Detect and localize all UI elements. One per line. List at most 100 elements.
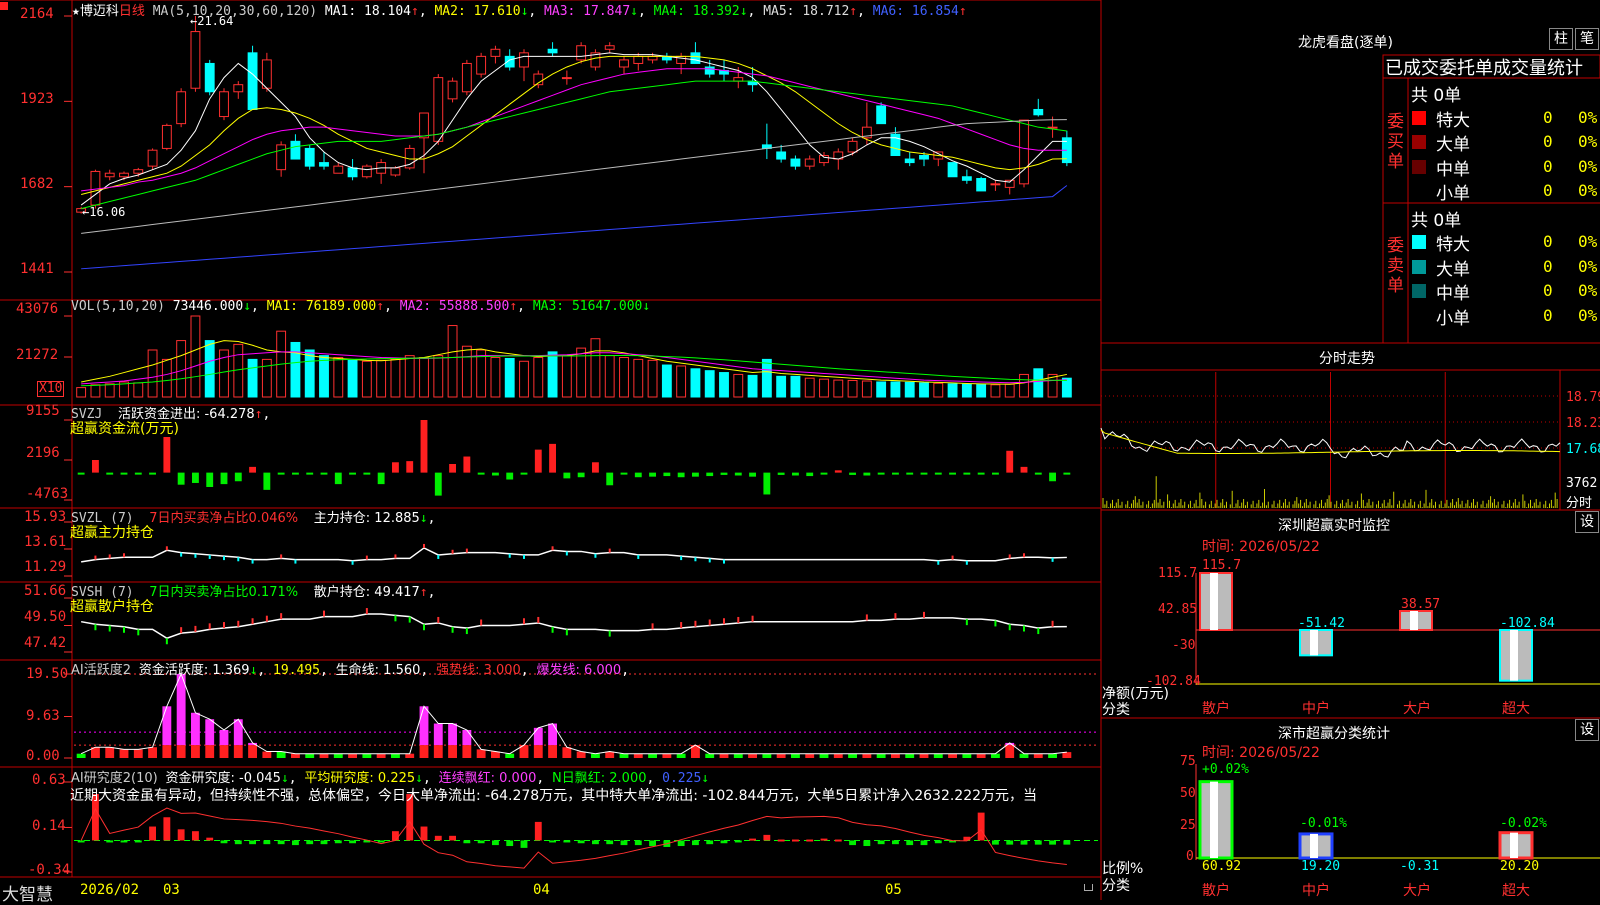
ss-value-label: 60.92 (1202, 859, 1242, 874)
research-bar (620, 840, 628, 846)
activity-bar (462, 745, 472, 758)
bar-highlight (1310, 833, 1318, 858)
volume-bar (361, 360, 372, 398)
research-bar (763, 834, 771, 841)
volume-bar (404, 355, 415, 398)
volume-bar (261, 358, 272, 398)
volume-bar (747, 374, 758, 398)
star-icon[interactable]: ★ (72, 4, 80, 19)
ss-delta-label: -0.02% (1500, 816, 1547, 831)
fund-flow-bar (477, 472, 485, 475)
volume-bar (890, 381, 901, 398)
activity-bar (333, 753, 343, 758)
volume-bar (961, 383, 972, 398)
sz-axis-label: 115.7 (1158, 566, 1198, 581)
activity-bar-top (448, 723, 457, 746)
research-bar (634, 840, 642, 846)
menu-marker[interactable] (0, 2, 8, 10)
ss-stats-panel (1195, 764, 1600, 860)
ss-settings-button[interactable]: 设 (1575, 719, 1599, 741)
svsh-axis-label: 49.50 (24, 609, 67, 625)
research-bar (120, 840, 128, 843)
volume-bar (847, 379, 858, 398)
candle-body (319, 162, 329, 167)
activity-bar-top (462, 730, 472, 746)
main-position-line (81, 547, 1067, 563)
research-bar (920, 840, 928, 846)
research-bar (820, 838, 828, 841)
lock-icon[interactable] (1084, 884, 1093, 891)
activity-bar (176, 745, 186, 758)
low-marker: ←16.06 (82, 205, 126, 219)
research-bar (234, 840, 242, 845)
vol-ma3-line (81, 354, 1067, 387)
price-axis-label: 1682 (20, 176, 54, 192)
svzj-axis-label: 9155 (26, 403, 60, 419)
ma6-value: MA6: 16.854 (872, 4, 959, 19)
candle-body (576, 45, 587, 61)
activity-bar (662, 753, 672, 758)
fund-flow-bar (720, 472, 728, 475)
sz-value-label: -51.42 (1298, 616, 1345, 631)
period-label[interactable]: 日线 (119, 4, 145, 19)
research-bar (992, 840, 999, 845)
volume-bar (561, 355, 572, 398)
candle-body (433, 77, 444, 142)
fund-flow-bar (449, 464, 456, 473)
x-axis-label: 2026/02 (80, 882, 140, 898)
candle-body (804, 158, 815, 167)
activity-bar (362, 753, 372, 758)
candle-body (690, 52, 701, 64)
fund-flow-bar (334, 472, 342, 485)
ma1-arrow: ↑ (410, 4, 419, 19)
candle-body (704, 66, 715, 75)
activity-bar (819, 753, 829, 758)
activity-bar-top (419, 706, 429, 746)
sz-settings-button[interactable]: 设 (1575, 511, 1599, 533)
activity-bar (733, 753, 743, 758)
ss-category: 大户 (1403, 883, 1431, 899)
tick-mode-button[interactable]: 笔 (1575, 28, 1599, 50)
volume-bar (304, 349, 315, 398)
x-axis-label: 05 (885, 882, 902, 898)
ai-active-axis-label: 19.50 (26, 666, 69, 682)
bar-mode-button[interactable]: 柱 (1549, 28, 1573, 50)
ma2-value: MA2: 17.610 (434, 4, 521, 19)
ma2-line (81, 55, 1067, 195)
fund-flow-bar (306, 472, 314, 475)
activity-bar (905, 753, 915, 758)
legend-swatch (1412, 235, 1426, 249)
ma1-value: MA1: 18.104 (324, 4, 411, 19)
ma1-line (80, 52, 1067, 206)
volume-bar (161, 358, 172, 398)
ma-params: MA(5,10,20,30,60,120) (152, 4, 318, 19)
activity-bar (505, 753, 515, 758)
candle-body (276, 144, 287, 171)
fund-flow-bar (649, 472, 656, 477)
ai-research-header: AI研究度2(10) 资金研究度: -0.045↓, 平均研究度: 0.225↓… (71, 771, 710, 786)
activity-bar (591, 753, 600, 758)
ss-axis-label: 50 (1180, 786, 1196, 801)
volume-bar (490, 357, 501, 398)
sz-axis-label: -30 (1172, 638, 1196, 653)
candle-body (233, 84, 244, 93)
fund-flow-bar (606, 472, 614, 486)
activity-bar (676, 753, 686, 758)
fund-flow-bar (1034, 472, 1042, 475)
activity-bar (533, 745, 543, 758)
fund-flow-bar (149, 472, 156, 475)
candle-body (619, 59, 629, 68)
candle-body (104, 172, 115, 178)
ss-category: 散户 (1202, 883, 1230, 899)
intraday-unit: 分时 (1566, 496, 1593, 511)
candle-body (204, 62, 215, 93)
activity-bar (319, 753, 329, 758)
fund-flow-bar (963, 472, 971, 475)
candle-body (1033, 108, 1044, 116)
ma5-arrow: ↑ (849, 4, 858, 19)
activity-bar (919, 753, 929, 758)
activity-bar (476, 749, 486, 758)
ai-active-header: AI活跃度2 资金活跃度: 1.369↓, 19.495, 生命线: 1.560… (71, 663, 630, 678)
research-bar (434, 835, 442, 841)
svzl-panel (64, 521, 1067, 577)
